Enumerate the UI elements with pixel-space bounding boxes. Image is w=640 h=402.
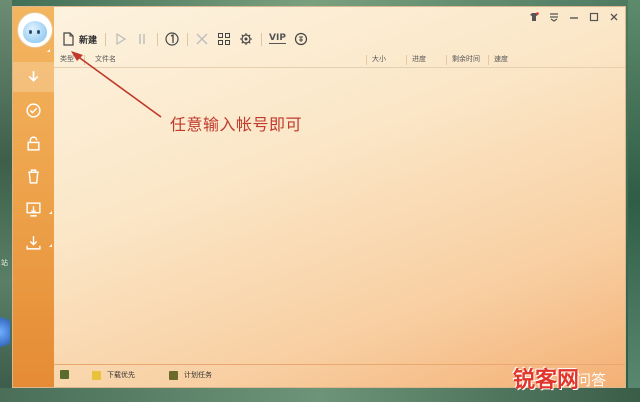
annotation-arrow — [71, 51, 162, 118]
download-priority-label: 下载优先 — [107, 371, 135, 379]
watermark-suffix: 问答 — [576, 371, 607, 389]
desktop-icon-label: 站 — [1, 259, 8, 267]
scheduled-task-button[interactable]: 计划任务 — [169, 370, 212, 380]
priority-icon — [92, 370, 101, 380]
scheduled-task-label: 计划任务 — [184, 371, 212, 379]
schedule-icon — [169, 370, 178, 380]
expand-arrow-icon — [60, 370, 69, 379]
expand-panel-button[interactable] — [60, 370, 75, 379]
annotation-text: 任意输入帐号即可 — [170, 115, 303, 134]
desktop-ie-icon[interactable] — [0, 312, 10, 352]
watermark-brand: 锐客网 — [513, 368, 580, 393]
download-manager-window: 新建 VIP 类型 文件名 大小 进度 剩余时间 速度 任意输入帐号即可 下载优… — [12, 6, 626, 388]
download-priority-button[interactable]: 下载优先 — [92, 370, 135, 380]
desktop-background-right — [628, 0, 640, 402]
